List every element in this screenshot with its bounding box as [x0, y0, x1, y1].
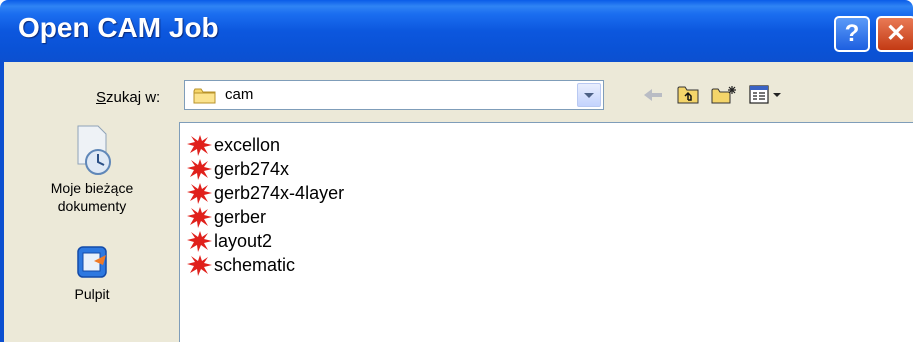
view-menu-icon[interactable]	[748, 84, 784, 111]
list-item[interactable]: excellon	[186, 133, 280, 157]
recent-documents-icon	[70, 125, 114, 179]
place-label: Pulpit	[74, 286, 110, 302]
cam-job-file-icon	[186, 205, 214, 229]
look-in-value: cam	[225, 86, 254, 103]
up-folder-icon[interactable]	[676, 84, 702, 111]
open-cam-job-dialog: Open CAM Job ? ✕ Szukaj w: cam Moje bież…	[0, 0, 913, 342]
cam-job-file-icon	[186, 229, 214, 253]
list-item[interactable]: gerb274x-4layer	[186, 181, 344, 205]
combo-dropdown-button[interactable]	[577, 83, 601, 107]
look-in-combobox[interactable]: cam	[184, 80, 604, 110]
file-name: gerb274x	[214, 158, 290, 179]
cam-job-file-icon	[186, 157, 214, 181]
back-arrow-icon[interactable]	[640, 84, 666, 111]
look-in-label-accesskey: S	[96, 89, 107, 106]
title-bar[interactable]: Open CAM Job ? ✕	[0, 0, 913, 62]
look-in-label: Szukaj w:	[96, 89, 160, 106]
file-name: gerb274x-4layer	[214, 182, 345, 203]
file-name: gerber	[214, 206, 267, 227]
file-name: layout2	[214, 230, 273, 251]
new-folder-icon[interactable]	[710, 84, 738, 111]
help-button[interactable]: ?	[834, 16, 870, 52]
file-list[interactable]: excellon gerb274x gerb274x-4layer gerber…	[179, 122, 913, 342]
place-label: dokumenty	[57, 198, 127, 214]
list-item[interactable]: gerber	[186, 205, 266, 229]
place-label: Moje bieżące	[50, 180, 134, 196]
folder-icon	[193, 87, 217, 110]
list-item[interactable]: schematic	[186, 253, 295, 277]
list-item[interactable]: gerb274x	[186, 157, 289, 181]
chevron-down-icon	[584, 93, 594, 98]
list-item[interactable]: layout2	[186, 229, 272, 253]
desktop-icon	[70, 246, 114, 285]
file-name: excellon	[214, 134, 281, 155]
place-desktop[interactable]: Pulpit	[32, 244, 152, 303]
cam-job-file-icon	[186, 133, 214, 157]
close-button[interactable]: ✕	[876, 16, 913, 52]
cam-job-file-icon	[186, 181, 214, 205]
help-icon: ?	[844, 20, 860, 47]
look-in-label-text: zukaj w:	[106, 89, 161, 106]
cam-job-file-icon	[186, 253, 214, 277]
place-recent-documents[interactable]: Moje bieżące dokumenty	[32, 124, 152, 215]
file-name: schematic	[214, 254, 296, 275]
dialog-body: Szukaj w: cam Moje bieżące dokumenty Pul…	[0, 62, 913, 342]
close-icon: ✕	[885, 20, 907, 47]
window-title: Open CAM Job	[18, 12, 219, 43]
